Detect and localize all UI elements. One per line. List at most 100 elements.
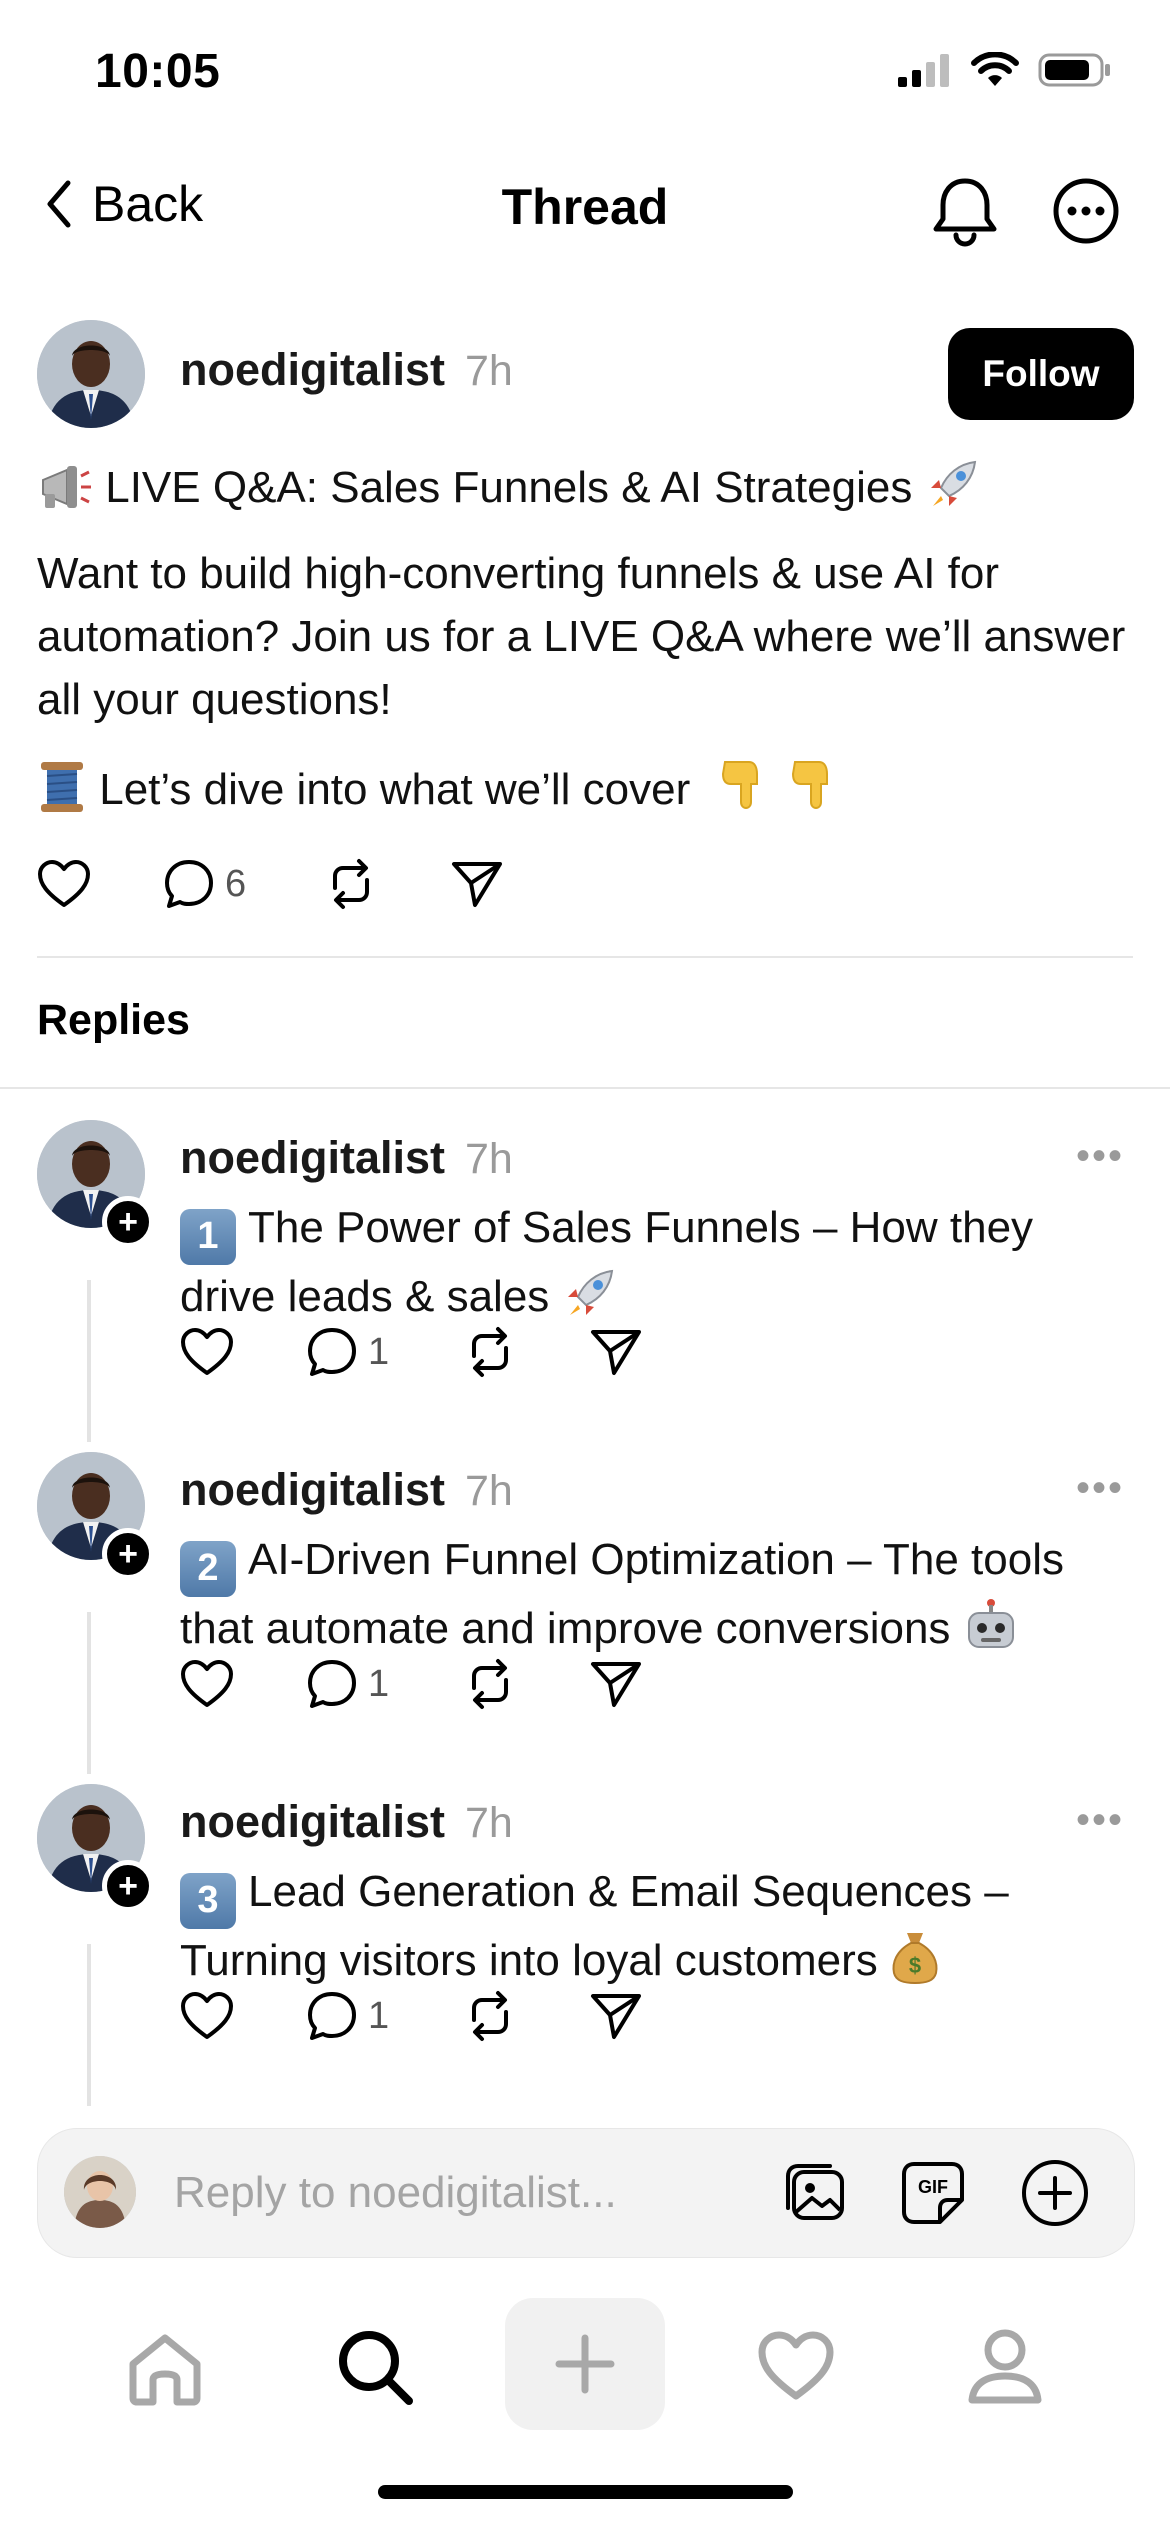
share-button[interactable] bbox=[590, 1659, 642, 1709]
notifications-button[interactable] bbox=[930, 175, 1000, 247]
username[interactable]: noedigitalist bbox=[180, 1796, 445, 1847]
reply-text: 3 Lead Generation & Email Sequences – Tur… bbox=[180, 1860, 1140, 1992]
heart-icon bbox=[181, 1992, 233, 2039]
follow-plus-badge[interactable]: + bbox=[102, 1196, 154, 1248]
reply-author: noedigitalist 7h bbox=[180, 1132, 513, 1184]
reply-line-2: Turning visitors into loyal customers bbox=[180, 1935, 878, 1985]
profile-photo-icon bbox=[64, 2156, 136, 2228]
divider bbox=[37, 956, 1133, 958]
timestamp: 7h bbox=[465, 347, 513, 395]
more-options-icon[interactable]: ••• bbox=[1076, 1134, 1124, 1179]
repost-button[interactable] bbox=[325, 858, 451, 910]
username[interactable]: noedigitalist bbox=[180, 344, 445, 395]
reply-input[interactable] bbox=[172, 2160, 676, 2226]
heart-icon bbox=[181, 1328, 233, 1375]
thread-line bbox=[87, 1612, 91, 1774]
send-icon bbox=[452, 862, 502, 907]
repost-icon bbox=[472, 1991, 508, 2041]
repost-icon bbox=[472, 1327, 508, 1377]
divider bbox=[0, 1087, 1170, 1089]
repost-button[interactable] bbox=[464, 1658, 590, 1710]
reply-text: 2 AI-Driven Funnel Optimization – The too… bbox=[180, 1528, 1140, 1660]
reply-line-2: that automate and improve conversions bbox=[180, 1603, 951, 1653]
home-icon bbox=[129, 2334, 201, 2406]
more-options-icon[interactable]: ••• bbox=[1076, 1466, 1124, 1511]
thread-spool-icon bbox=[37, 760, 87, 814]
robot-icon bbox=[963, 1597, 1019, 1653]
share-button[interactable] bbox=[590, 1991, 642, 2041]
more-options-button[interactable] bbox=[1050, 175, 1122, 247]
share-button[interactable] bbox=[590, 1327, 642, 1377]
reply-author: noedigitalist 7h bbox=[180, 1464, 513, 1516]
post-actions: 6 bbox=[37, 858, 503, 910]
comment-button[interactable]: 1 bbox=[306, 1658, 464, 1710]
repost-icon bbox=[333, 859, 369, 909]
like-button[interactable] bbox=[180, 1991, 306, 2041]
number-keycap-icon: 1 bbox=[180, 1208, 236, 1265]
follow-plus-badge[interactable]: + bbox=[102, 1528, 154, 1580]
reply-line-1: Lead Generation & Email Sequences – bbox=[248, 1867, 1009, 1916]
comment-button[interactable]: 1 bbox=[306, 1326, 464, 1378]
repost-button[interactable] bbox=[464, 1326, 590, 1378]
number-keycap-icon: 3 bbox=[180, 1872, 236, 1929]
profile-icon bbox=[968, 2329, 1042, 2404]
more-options-icon[interactable]: ••• bbox=[1076, 1798, 1124, 1843]
activity-heart-icon bbox=[758, 2331, 834, 2400]
profile-photo-icon bbox=[37, 320, 145, 428]
comment-button[interactable]: 1 bbox=[306, 1990, 464, 2042]
timestamp: 7h bbox=[465, 1467, 513, 1515]
rocket-icon bbox=[925, 458, 981, 512]
comment-bubble-icon bbox=[308, 1660, 356, 1708]
tab-new-thread[interactable] bbox=[505, 2298, 665, 2430]
comment-button[interactable]: 6 bbox=[163, 858, 325, 910]
more-attachments-button[interactable] bbox=[1020, 2158, 1090, 2228]
like-button[interactable] bbox=[180, 1327, 306, 1377]
cover-line-text: Let’s dive into what we’ll cover bbox=[99, 765, 691, 814]
tab-activity[interactable] bbox=[757, 2330, 835, 2402]
ellipsis-circle-icon bbox=[1053, 178, 1119, 244]
send-icon bbox=[591, 1330, 641, 1375]
share-button[interactable] bbox=[451, 859, 503, 909]
svg-text:$: $ bbox=[909, 1953, 921, 1978]
reply-actions: 1 bbox=[180, 1326, 642, 1378]
wifi-icon bbox=[971, 52, 1019, 86]
comment-count: 6 bbox=[225, 862, 247, 905]
comment-bubble-icon bbox=[308, 1992, 356, 2040]
tab-home[interactable] bbox=[125, 2330, 205, 2406]
follow-plus-badge[interactable]: + bbox=[102, 1860, 154, 1912]
thread-line bbox=[87, 1944, 91, 2106]
username[interactable]: noedigitalist bbox=[180, 1464, 445, 1515]
send-icon bbox=[591, 1994, 641, 2039]
chevron-left-icon bbox=[47, 180, 71, 228]
rocket-icon bbox=[562, 1267, 618, 1321]
gif-button[interactable]: GIF bbox=[900, 2160, 966, 2226]
comment-count: 1 bbox=[368, 1994, 390, 2037]
comment-bubble-icon bbox=[308, 1328, 356, 1376]
svg-text:GIF: GIF bbox=[918, 2177, 948, 2197]
gif-sticker-icon: GIF bbox=[902, 2162, 964, 2224]
reply-text: 1 The Power of Sales Funnels – How they d… bbox=[180, 1196, 1140, 1328]
back-button[interactable]: Back bbox=[44, 175, 203, 233]
avatar[interactable] bbox=[37, 320, 145, 428]
composer-avatar bbox=[64, 2156, 136, 2228]
username[interactable]: noedigitalist bbox=[180, 1132, 445, 1183]
reply-author: noedigitalist 7h bbox=[180, 1796, 513, 1848]
replies-heading: Replies bbox=[37, 996, 190, 1044]
send-icon bbox=[591, 1662, 641, 1707]
heart-icon bbox=[181, 1660, 233, 1707]
tab-profile[interactable] bbox=[966, 2326, 1044, 2406]
home-indicator bbox=[378, 2485, 793, 2499]
tab-search[interactable] bbox=[335, 2327, 415, 2407]
pointing-down-icon bbox=[787, 758, 835, 814]
like-button[interactable] bbox=[180, 1659, 306, 1709]
post-body: Want to build high-converting funnels & … bbox=[37, 549, 1126, 724]
follow-button[interactable]: Follow bbox=[948, 328, 1134, 420]
like-button[interactable] bbox=[37, 859, 163, 909]
post-headline: LIVE Q&A: Sales Funnels & AI Strategies bbox=[105, 463, 913, 512]
reply-actions: 1 bbox=[180, 1658, 642, 1710]
status-time: 10:05 bbox=[95, 45, 221, 98]
attach-image-button[interactable] bbox=[782, 2160, 848, 2226]
repost-button[interactable] bbox=[464, 1990, 590, 2042]
reply-line-1: The Power of Sales Funnels – How they bbox=[248, 1203, 1034, 1252]
comment-count: 1 bbox=[368, 1662, 390, 1705]
